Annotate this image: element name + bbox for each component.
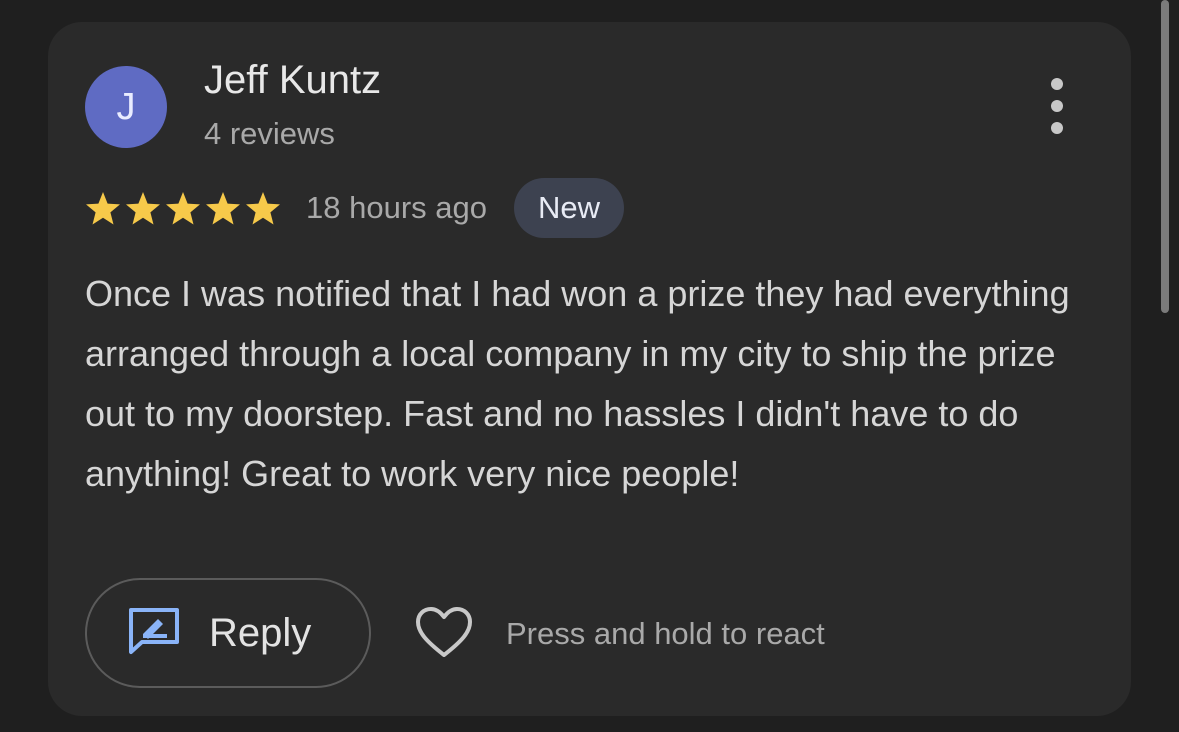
star-icon — [164, 190, 202, 226]
star-icon — [244, 190, 282, 226]
reply-button[interactable]: Reply — [85, 578, 371, 688]
more-vert-icon-dot — [1051, 100, 1063, 112]
heart-icon[interactable] — [414, 605, 474, 664]
reply-icon — [127, 606, 181, 661]
more-options-button[interactable] — [1038, 78, 1076, 134]
avatar[interactable]: J — [85, 66, 167, 148]
review-time: 18 hours ago — [306, 190, 487, 225]
review-text: Once I was notified that I had won a pri… — [85, 273, 1070, 494]
scrollbar[interactable] — [1161, 0, 1169, 313]
review-count: 4 reviews — [204, 116, 335, 151]
review-card: J Jeff Kuntz 4 reviews 18 hours ago New … — [48, 22, 1131, 716]
more-vert-icon-dot — [1051, 122, 1063, 134]
star-icon — [84, 190, 122, 226]
rating-row: 18 hours ago New — [84, 178, 624, 238]
author-name[interactable]: Jeff Kuntz — [204, 56, 381, 104]
star-icon — [124, 190, 162, 226]
reply-label: Reply — [209, 610, 312, 655]
react-row: Press and hold to react — [414, 606, 825, 662]
react-hint: Press and hold to react — [506, 616, 825, 651]
more-vert-icon-dot — [1051, 78, 1063, 90]
star-rating — [84, 190, 282, 226]
new-badge: New — [513, 178, 624, 238]
star-icon — [204, 190, 242, 226]
